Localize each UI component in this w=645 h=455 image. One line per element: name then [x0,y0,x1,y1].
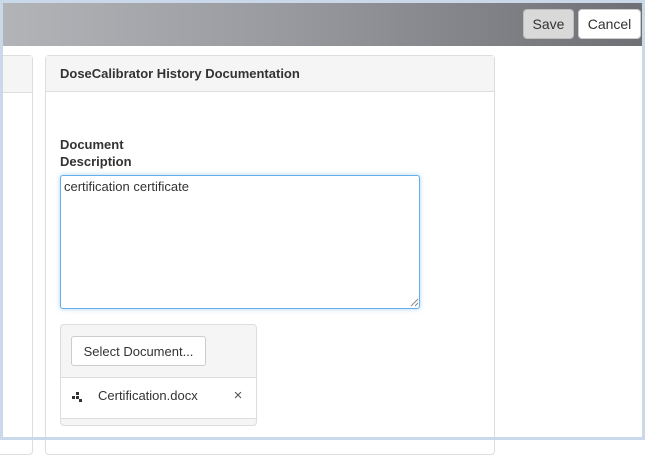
close-icon[interactable]: × [231,387,245,405]
file-type-icon [72,392,82,402]
description-label-line2: Description [60,154,132,169]
uploaded-file-name: Certification.docx [98,388,198,403]
select-document-button[interactable]: Select Document... [71,336,206,366]
top-toolbar: Save Cancel [0,0,645,46]
left-side-panel [0,55,33,455]
cancel-button[interactable]: Cancel [578,9,641,39]
panel-title: DoseCalibrator History Documentation [46,56,494,92]
description-label: Document Description [60,136,180,170]
document-description-textarea[interactable] [60,175,420,309]
uploaded-file-row: Certification.docx × [61,377,256,419]
description-label-line1: Document [60,137,124,152]
documentation-panel: DoseCalibrator History Documentation Doc… [45,55,495,455]
save-button[interactable]: Save [523,9,574,39]
document-upload-area: Select Document... Certification.docx × [60,324,257,426]
left-panel-heading [0,56,32,93]
